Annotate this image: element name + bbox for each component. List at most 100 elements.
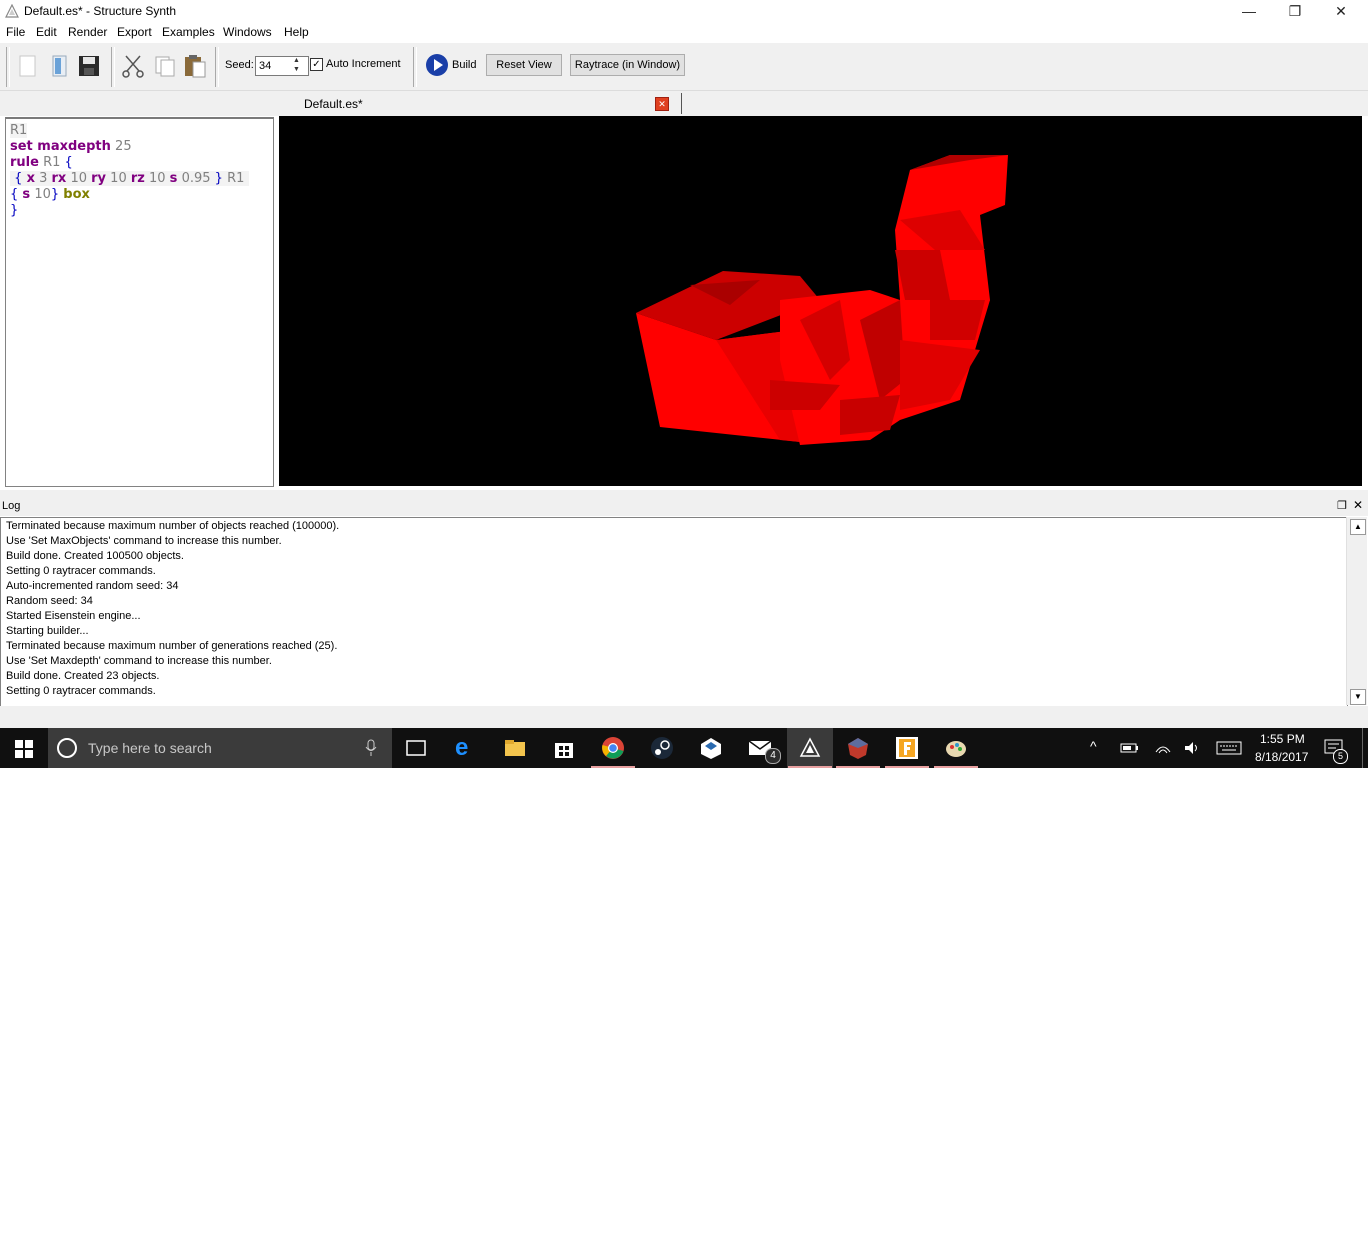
code-brace: } <box>10 203 19 218</box>
save-icon[interactable] <box>76 53 102 79</box>
code-number: 3 <box>39 171 48 186</box>
undock-icon[interactable]: ❐ <box>1337 499 1347 512</box>
edge-browser-icon[interactable]: e <box>455 736 479 760</box>
code-keyword: ry <box>91 171 107 186</box>
app-icon <box>5 4 19 18</box>
log-panel[interactable]: Terminated because maximum number of obj… <box>0 517 1348 707</box>
mail-badge: 4 <box>765 748 781 764</box>
log-line: Build done. Created 23 objects. <box>6 670 160 682</box>
tab-default-es[interactable]: Default.es* <box>304 97 363 111</box>
windows-start-icon[interactable] <box>15 740 33 758</box>
editor-tab-bar: Default.es* ✕ <box>0 91 1368 116</box>
store-icon[interactable] <box>552 736 576 760</box>
running-indicator <box>934 766 978 768</box>
restore-button[interactable]: ❐ <box>1272 0 1318 23</box>
task-view-icon[interactable] <box>404 736 428 760</box>
code-brace: { <box>14 171 23 186</box>
seed-value: 34 <box>259 60 272 72</box>
code-brace: } <box>50 187 60 202</box>
status-bar <box>0 706 1368 728</box>
close-log-icon[interactable]: ✕ <box>1353 498 1363 512</box>
copy-icon[interactable] <box>152 53 178 79</box>
minimize-button[interactable]: — <box>1226 0 1272 23</box>
log-line: Use 'Set MaxObjects' command to increase… <box>6 535 282 547</box>
menu-edit[interactable]: Edit <box>36 25 57 39</box>
log-line: Random seed: 34 <box>6 595 93 607</box>
app-gem-icon[interactable] <box>846 736 870 760</box>
build-button[interactable]: Build <box>452 59 476 71</box>
log-scrollbar[interactable]: ▲ ▼ <box>1346 517 1367 705</box>
menu-help[interactable]: Help <box>284 25 309 39</box>
menu-export[interactable]: Export <box>117 25 152 39</box>
wifi-icon[interactable] <box>1154 740 1172 756</box>
rendered-structure <box>636 155 1008 445</box>
code-keyword: set maxdepth <box>10 139 111 154</box>
taskbar-search-box[interactable]: Type here to search <box>48 728 392 768</box>
seed-spinbox[interactable]: 34 ▲ ▼ <box>255 56 309 76</box>
cortana-icon <box>57 738 77 758</box>
title-bar: Default.es* - Structure Synth — ❐ ✕ <box>0 0 1368 23</box>
clock-date[interactable]: 8/18/2017 <box>1255 750 1308 764</box>
scroll-down-icon[interactable]: ▼ <box>1350 689 1366 705</box>
running-indicator <box>885 766 929 768</box>
battery-icon[interactable] <box>1119 740 1139 756</box>
code-keyword: rz <box>130 171 145 186</box>
cut-icon[interactable] <box>120 53 146 79</box>
spin-down-icon[interactable]: ▼ <box>293 66 300 74</box>
3d-viewport[interactable] <box>279 116 1362 486</box>
toolbar-grip <box>6 47 10 87</box>
code-number: 10 <box>148 171 166 186</box>
code-rule-name: R1 <box>43 155 61 170</box>
menu-render[interactable]: Render <box>68 25 107 39</box>
microphone-icon[interactable] <box>364 739 378 757</box>
log-dock-header: Log ❐ ✕ <box>0 498 1368 516</box>
keyboard-icon[interactable] <box>1216 741 1242 755</box>
log-line: Setting 0 raytracer commands. <box>6 685 156 697</box>
open-file-icon[interactable] <box>46 53 72 79</box>
window-title: Default.es* - Structure Synth <box>24 4 177 18</box>
toolbar: Seed: 34 ▲ ▼ ✓ Auto Increment Build Rese… <box>0 43 1368 91</box>
paint-icon[interactable] <box>944 736 968 760</box>
menu-examples[interactable]: Examples <box>162 25 215 39</box>
scroll-up-icon[interactable]: ▲ <box>1350 519 1366 535</box>
chrome-icon[interactable] <box>601 736 625 760</box>
build-play-icon[interactable] <box>425 53 449 77</box>
toolbar-separator <box>413 47 417 87</box>
code-keyword: s <box>22 187 31 202</box>
menu-windows[interactable]: Windows <box>223 25 272 39</box>
running-indicator <box>836 766 880 768</box>
code-rule-name: R1 <box>227 171 245 186</box>
app-f-icon[interactable] <box>895 736 919 760</box>
close-tab-icon[interactable]: ✕ <box>655 97 669 111</box>
splitter[interactable] <box>0 490 1368 498</box>
code-number: 0.95 <box>181 171 211 186</box>
code-brace: { <box>64 155 73 170</box>
close-window-button[interactable]: ✕ <box>1318 0 1364 23</box>
clock-time[interactable]: 1:55 PM <box>1260 732 1305 746</box>
seed-label: Seed: <box>225 59 254 71</box>
code-editor[interactable]: R1 set maxdepth 25 rule R1 { { x 3 rx 10… <box>5 117 274 487</box>
structure-synth-icon[interactable] <box>798 736 822 760</box>
search-placeholder: Type here to search <box>88 740 212 756</box>
code-brace: } <box>214 171 223 186</box>
reset-view-button[interactable]: Reset View <box>486 54 562 76</box>
tray-chevron-icon[interactable]: ^ <box>1090 738 1097 754</box>
log-line: Starting builder... <box>6 625 89 637</box>
raytrace-button[interactable]: Raytrace (in Window) <box>570 54 685 76</box>
paste-icon[interactable] <box>182 53 208 79</box>
log-line: Use 'Set Maxdepth' command to increase t… <box>6 655 272 667</box>
code-number: 10 <box>34 187 51 202</box>
show-desktop-button[interactable] <box>1362 728 1363 768</box>
app-cube-icon[interactable] <box>699 736 723 760</box>
steam-icon[interactable] <box>650 736 674 760</box>
log-line: Terminated because maximum number of obj… <box>6 520 340 532</box>
code-keyword: rx <box>51 171 67 186</box>
menu-file[interactable]: File <box>6 25 25 39</box>
log-line: Started Eisenstein engine... <box>6 610 141 622</box>
new-file-icon[interactable] <box>14 53 40 79</box>
auto-increment-checkbox[interactable]: ✓ <box>310 58 323 71</box>
spin-up-icon[interactable]: ▲ <box>293 57 300 65</box>
volume-icon[interactable] <box>1183 740 1201 756</box>
auto-increment-label: Auto Increment <box>326 58 401 70</box>
file-explorer-icon[interactable] <box>503 736 527 760</box>
